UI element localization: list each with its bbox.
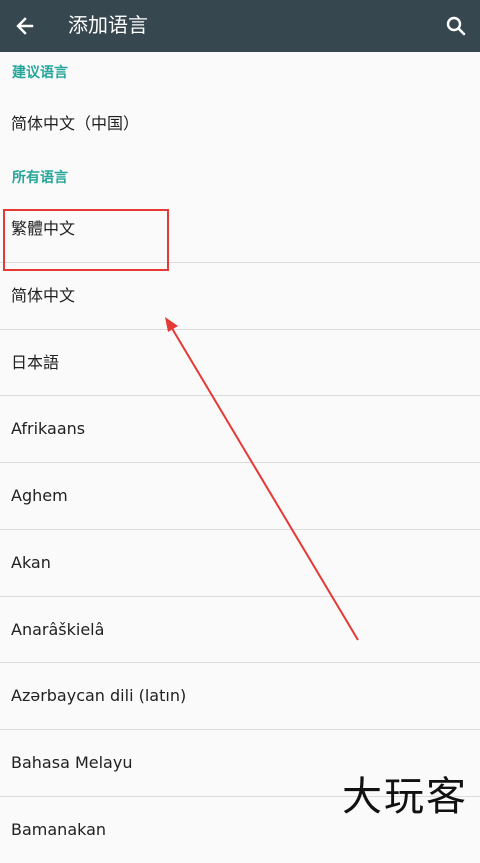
- search-button[interactable]: [436, 6, 476, 46]
- search-icon: [446, 16, 466, 36]
- list-item[interactable]: 简体中文: [0, 263, 480, 329]
- list-item[interactable]: Anarâškielâ: [0, 597, 480, 663]
- list-item-label: Afrikaans: [11, 419, 86, 438]
- list-item-label: 简体中文: [11, 286, 76, 305]
- list-item-label: Aghem: [11, 486, 68, 505]
- section-header-all: 所有语言: [12, 170, 68, 186]
- list-item[interactable]: Akan: [0, 530, 480, 596]
- list-item-suggested[interactable]: 简体中文（中国）: [0, 91, 480, 157]
- page-title: 添加语言: [68, 13, 148, 37]
- annotation-highlight-box: [3, 209, 169, 271]
- list-item-label: Anarâškielâ: [11, 620, 105, 639]
- arrow-back-icon: [16, 17, 34, 35]
- list-item-label: Bahasa Melayu: [11, 753, 133, 772]
- list-item[interactable]: Azərbaycan dili (latın): [0, 663, 480, 729]
- list-item[interactable]: 日本語: [0, 330, 480, 396]
- list-item-label: 日本語: [11, 353, 60, 372]
- watermark-text: 大玩客: [342, 774, 468, 820]
- section-header-suggested: 建议语言: [12, 65, 68, 81]
- list-item-label: Bamanakan: [11, 820, 107, 839]
- app-bar: 添加语言: [0, 0, 480, 52]
- list-item-label: Akan: [11, 553, 51, 572]
- list-item[interactable]: Aghem: [0, 463, 480, 529]
- list-item-label: Azərbaycan dili (latın): [11, 686, 187, 705]
- list-item[interactable]: Afrikaans: [0, 396, 480, 462]
- back-button[interactable]: [6, 6, 46, 46]
- list-item-label: 简体中文（中国）: [11, 114, 140, 133]
